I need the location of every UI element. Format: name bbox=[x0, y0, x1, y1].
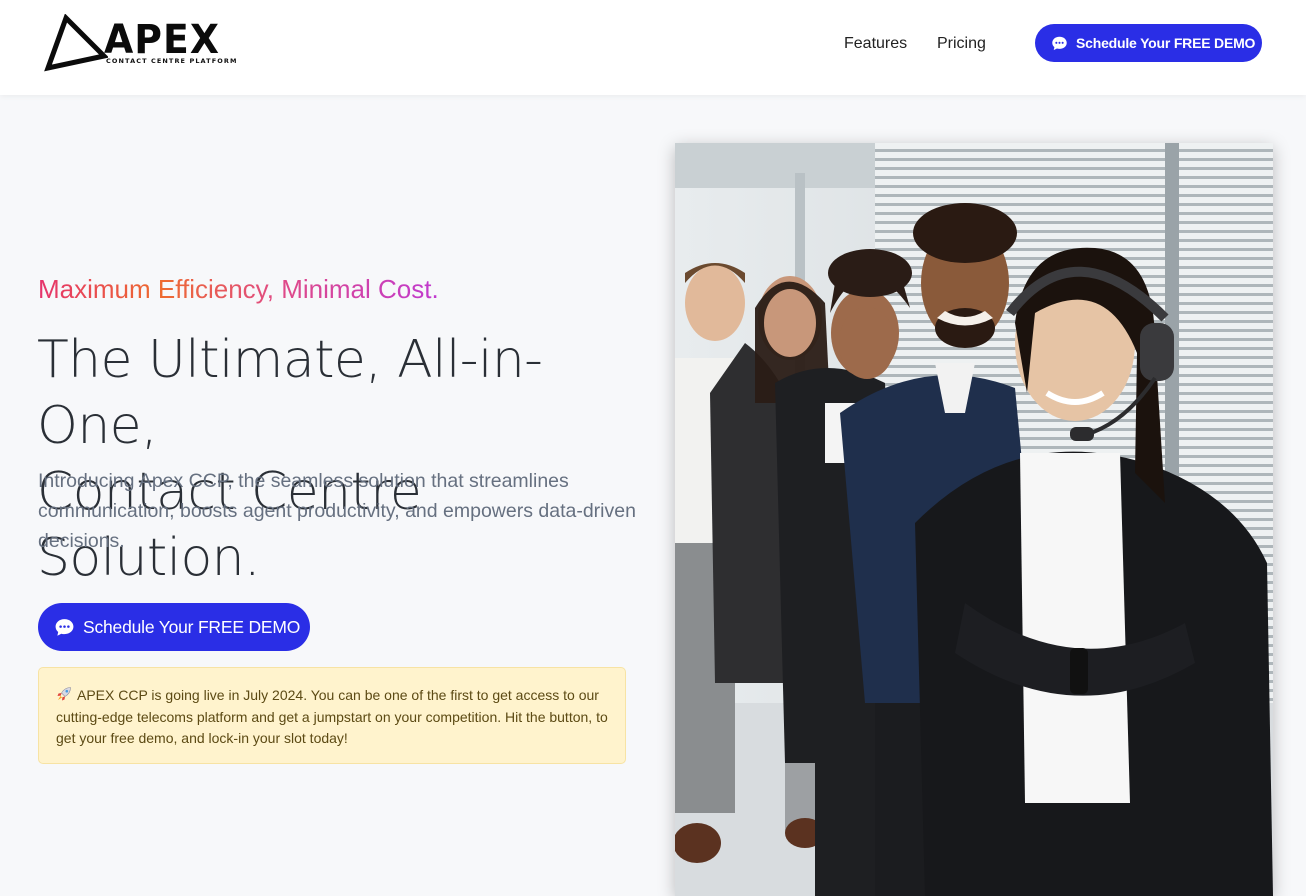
hero-schedule-demo-button[interactable]: Schedule Your FREE DEMO bbox=[38, 603, 310, 651]
header-cta-label: Schedule Your FREE DEMO bbox=[1076, 35, 1256, 51]
chat-bubble-icon bbox=[1052, 36, 1067, 50]
chat-bubble-icon bbox=[55, 618, 74, 636]
nav-features-link[interactable]: Features bbox=[844, 34, 907, 54]
hero-team-photo bbox=[675, 143, 1273, 896]
hero-cta-label: Schedule Your FREE DEMO bbox=[83, 616, 301, 637]
team-photo-illustration bbox=[675, 143, 1273, 896]
apex-logo[interactable]: APEX CONTACT CENTRE PLATFORM bbox=[44, 14, 244, 72]
hero-tagline: Maximum Efficiency, Minimal Cost. bbox=[38, 274, 439, 304]
rocket-icon bbox=[57, 687, 71, 701]
site-header: APEX CONTACT CENTRE PLATFORM Features Pr… bbox=[0, 0, 1306, 95]
launch-notice: APEX CCP is going live in July 2024. You… bbox=[38, 667, 626, 764]
logo-triangle-icon bbox=[44, 14, 108, 72]
logo-subtitle: CONTACT CENTRE PLATFORM bbox=[106, 57, 238, 65]
nav-pricing-link[interactable]: Pricing bbox=[937, 34, 986, 54]
headline-line-1: The Ultimate, All-in-One, bbox=[37, 330, 543, 456]
header-schedule-demo-button[interactable]: Schedule Your FREE DEMO bbox=[1035, 24, 1262, 62]
logo-wordmark: APEX bbox=[104, 17, 221, 63]
launch-notice-text: APEX CCP is going live in July 2024. You… bbox=[56, 687, 608, 746]
hero-intro: Introducing Apex CCP, the seamless solut… bbox=[38, 470, 636, 552]
